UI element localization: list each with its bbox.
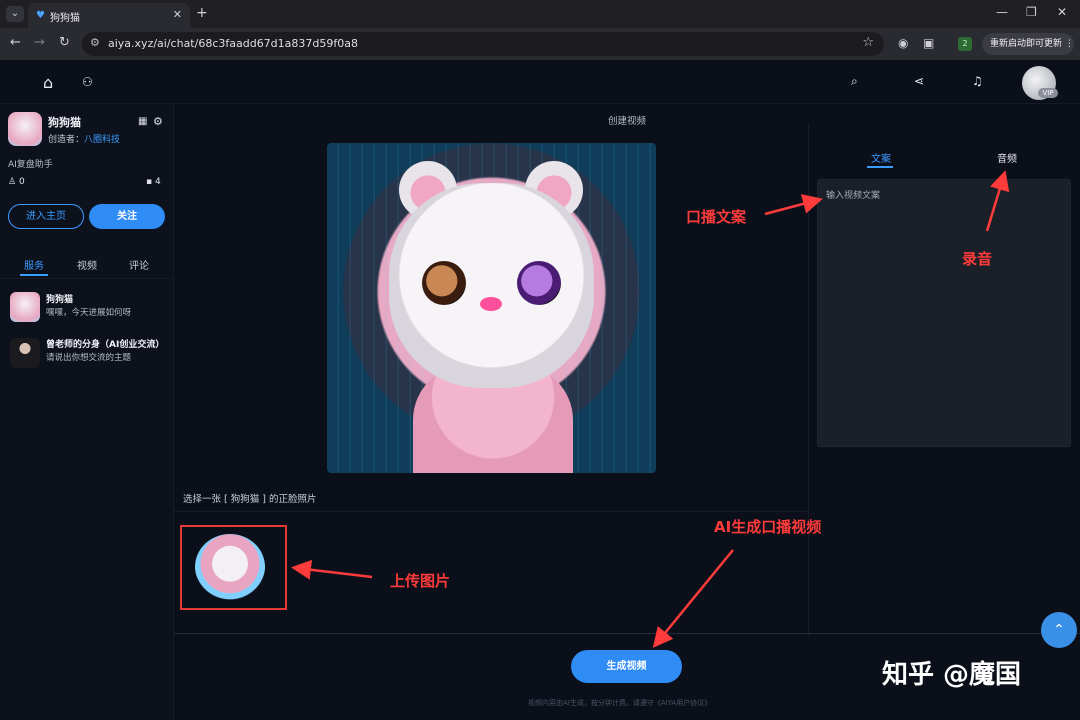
update-label: 重新启动即可更新 bbox=[990, 39, 1063, 49]
watermark: 知乎 @魔国 bbox=[882, 660, 1022, 690]
browser-tab[interactable]: ♥ 狗狗猫 ✕ bbox=[28, 3, 190, 28]
messages-stat: ▪ 4 bbox=[146, 177, 161, 187]
vip-badge: VIP bbox=[1038, 88, 1058, 98]
extension-circle-icon[interactable]: ◉ bbox=[898, 36, 908, 50]
character-eye-left bbox=[422, 261, 466, 305]
footer-divider bbox=[174, 633, 1080, 634]
app-header: ⌂ ⚇ ⌕ ⋖ ♫ bbox=[0, 60, 1080, 104]
character-face bbox=[389, 183, 594, 388]
url-input[interactable]: ⚙ aiya.xyz/ai/chat/68c3faadd67d1a837d59f… bbox=[82, 32, 884, 56]
gear-icon[interactable]: ⚙ bbox=[153, 115, 163, 128]
chat-avatar bbox=[10, 338, 40, 368]
character-eye-right bbox=[517, 261, 561, 305]
followers-stat: ♙ 0 bbox=[8, 177, 25, 187]
avatar-preview-image bbox=[327, 143, 656, 473]
follow-button[interactable]: 关注 bbox=[89, 204, 165, 229]
annotation-script: 口播文案 bbox=[686, 208, 747, 226]
url-text: aiya.xyz/ai/chat/68c3faadd67d1a837d59f0a… bbox=[108, 37, 358, 50]
person-icon: ♙ bbox=[8, 177, 17, 187]
footer-note: 视频内容由AI生成，按分钟计费。请遵守《AIYA用户协议》 bbox=[528, 699, 712, 707]
creator-link[interactable]: 八圈科技 bbox=[84, 135, 120, 145]
tab-services[interactable]: 服务 bbox=[24, 257, 44, 272]
home-icon[interactable]: ⌂ bbox=[43, 73, 53, 92]
annotation-generate: AI生成口播视频 bbox=[714, 518, 822, 536]
users-icon[interactable]: ⚇ bbox=[82, 75, 93, 89]
divider bbox=[174, 511, 808, 512]
upload-highlight-box bbox=[180, 525, 287, 610]
back-arrow-icon[interactable]: ← bbox=[10, 35, 21, 50]
bookmark-star-icon[interactable]: ☆ bbox=[862, 35, 874, 50]
bot-avatar[interactable] bbox=[8, 112, 42, 146]
address-bar: ← → ↻ ⚙ aiya.xyz/ai/chat/68c3faadd67d1a8… bbox=[0, 28, 1080, 60]
bot-name: 狗狗猫 bbox=[48, 116, 81, 129]
restore-icon[interactable]: ❐ bbox=[1026, 5, 1037, 19]
messages-count: 4 bbox=[154, 177, 161, 187]
enter-home-button[interactable]: 进入主页 bbox=[8, 204, 84, 229]
character-nose bbox=[480, 297, 502, 311]
search-icon[interactable]: ⌕ bbox=[851, 74, 858, 89]
scroll-to-top-button[interactable]: ⌃ bbox=[1041, 612, 1077, 648]
browser-chrome: ⌄ ♥ 狗狗猫 ✕ + — ❐ ✕ ← → ↻ ⚙ aiya.xyz/ai/ch… bbox=[0, 0, 1080, 60]
extensions-puzzle-icon[interactable]: ▣ bbox=[923, 36, 934, 50]
annotation-record: 录音 bbox=[962, 250, 993, 268]
annotation-upload: 上传图片 bbox=[390, 572, 451, 590]
bell-icon[interactable]: ♫ bbox=[972, 74, 983, 88]
active-tab-indicator bbox=[20, 274, 48, 276]
close-icon[interactable]: ✕ bbox=[173, 8, 182, 21]
chat-avatar bbox=[10, 292, 40, 322]
active-tab-indicator bbox=[867, 166, 893, 168]
creator-line: 创造者：八圈科技 bbox=[48, 132, 120, 145]
forward-arrow-icon[interactable]: → bbox=[34, 35, 45, 50]
followers-count: 0 bbox=[18, 177, 25, 187]
chat-name: 狗狗猫 bbox=[46, 295, 74, 305]
sidebar: 狗狗猫 创造者：八圈科技 ▦ ⚙ AI复盘助手 ♙ 0 ▪ 4 进入主页 关注 … bbox=[0, 104, 174, 720]
select-photo-label: 选择一张 [ 狗狗猫 ] 的正脸照片 bbox=[183, 494, 317, 505]
bot-description: AI复盘助手 bbox=[8, 160, 53, 170]
tab-comments[interactable]: 评论 bbox=[129, 257, 149, 272]
chat-name: 曾老师的分身（AI创业交流） bbox=[46, 340, 165, 350]
chat-message: 请说出你想交流的主题 bbox=[46, 353, 132, 363]
column-divider bbox=[808, 124, 809, 636]
chat-message: 嘿嘿，今天进展如何呀 bbox=[46, 308, 132, 318]
profile-badge[interactable]: 2 bbox=[958, 37, 972, 51]
site-info-icon[interactable]: ⚙ bbox=[90, 36, 100, 49]
chat-bubble-icon: ▪ bbox=[146, 177, 153, 187]
minimize-icon[interactable]: — bbox=[996, 5, 1008, 19]
new-tab-plus-icon[interactable]: + bbox=[196, 5, 208, 21]
qrcode-icon[interactable]: ▦ bbox=[138, 116, 147, 127]
tab-videos[interactable]: 视频 bbox=[77, 257, 97, 272]
creator-label: 创造者： bbox=[48, 135, 85, 145]
tab-search-icon[interactable]: ⌄ bbox=[6, 6, 24, 22]
script-textarea[interactable] bbox=[817, 179, 1071, 447]
window-close-icon[interactable]: ✕ bbox=[1057, 5, 1067, 19]
tab-script[interactable]: 文案 bbox=[871, 150, 891, 165]
tab-audio[interactable]: 音频 bbox=[997, 150, 1017, 165]
page-title: 创建视频 bbox=[608, 116, 647, 127]
share-icon[interactable]: ⋖ bbox=[914, 74, 924, 88]
reload-icon[interactable]: ↻ bbox=[59, 35, 70, 50]
generate-video-button[interactable]: 生成视频 bbox=[571, 650, 682, 683]
tab-title: 狗狗猫 bbox=[50, 13, 80, 24]
tab-bar: ⌄ ♥ 狗狗猫 ✕ + — ❐ ✕ bbox=[0, 0, 1080, 28]
photo-thumbnail[interactable] bbox=[195, 534, 265, 600]
update-button[interactable]: 重新启动即可更新 ⋮ bbox=[982, 33, 1074, 55]
divider bbox=[0, 278, 173, 279]
main-panel: 创建视频 选择一张 [ 狗狗猫 ] 的正脸照片 文案 音频 生成视频 视频内容由… bbox=[174, 104, 1080, 720]
heart-favicon-icon: ♥ bbox=[36, 10, 45, 21]
